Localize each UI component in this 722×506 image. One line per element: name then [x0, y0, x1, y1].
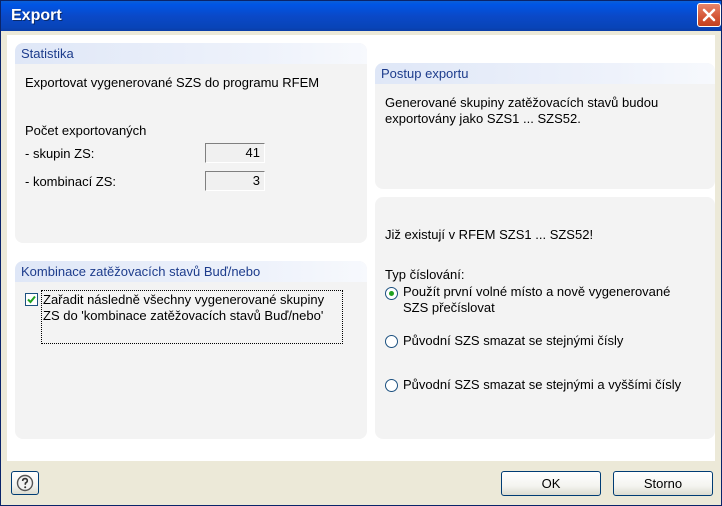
radio-delete-same[interactable]: [385, 335, 398, 348]
statistics-header: Statistika: [15, 43, 367, 64]
export-procedure-text: Generované skupiny zatěžovacích stavů bu…: [385, 95, 659, 126]
combinations-count-field: 3: [205, 171, 265, 191]
cancel-button[interactable]: Storno: [613, 471, 713, 496]
groups-label: - skupin ZS:: [25, 146, 95, 161]
option-delete-same-higher-label[interactable]: Původní SZS smazat se stejnými a vyššími…: [403, 377, 693, 393]
close-icon: [702, 8, 716, 22]
combinations-header: Kombinace zatěžovacích stavů Buď/nebo: [15, 261, 367, 282]
export-procedure-panel: Postup exportu Generované skupiny zatěžo…: [375, 63, 715, 189]
export-count-label: Počet exportovaných: [25, 123, 147, 138]
dialog-content: Statistika Exportovat vygenerované SZS d…: [7, 35, 715, 461]
window-title: Export: [11, 7, 62, 24]
groups-count-field: 41: [205, 143, 265, 163]
include-combinations-checkbox[interactable]: [25, 293, 38, 306]
option-first-free-label[interactable]: Použít první volné místo a nově vygenero…: [403, 284, 693, 316]
title-bar: Export: [1, 1, 721, 31]
numbering-panel: Již existují v RFEM SZS1 ... SZS52! Typ …: [375, 197, 715, 439]
combinations-label: - kombinací ZS:: [25, 174, 117, 189]
statistics-description: Exportovat vygenerované SZS do programu …: [25, 75, 320, 90]
include-combinations-label[interactable]: Zařadit následně všechny vygenerované sk…: [43, 292, 339, 324]
statistics-panel: Statistika Exportovat vygenerované SZS d…: [15, 43, 367, 243]
radio-selected-dot: [389, 291, 394, 296]
help-icon: [16, 474, 34, 492]
combinations-panel: Kombinace zatěžovacích stavů Buď/nebo Za…: [15, 261, 367, 439]
ok-button[interactable]: OK: [501, 471, 601, 496]
exists-message: Již existují v RFEM SZS1 ... SZS52!: [385, 227, 594, 242]
export-dialog: Export Statistika Exportovat vygenerovan…: [0, 0, 722, 506]
export-procedure-header: Postup exportu: [375, 63, 715, 84]
help-button[interactable]: [11, 471, 39, 495]
radio-first-free[interactable]: [385, 287, 398, 300]
radio-delete-same-higher[interactable]: [385, 379, 398, 392]
checkmark-icon: [27, 295, 36, 304]
close-button[interactable]: [697, 3, 721, 27]
option-delete-same-label[interactable]: Původní SZS smazat se stejnými čísly: [403, 333, 693, 349]
numbering-type-label: Typ číslování:: [385, 267, 465, 282]
